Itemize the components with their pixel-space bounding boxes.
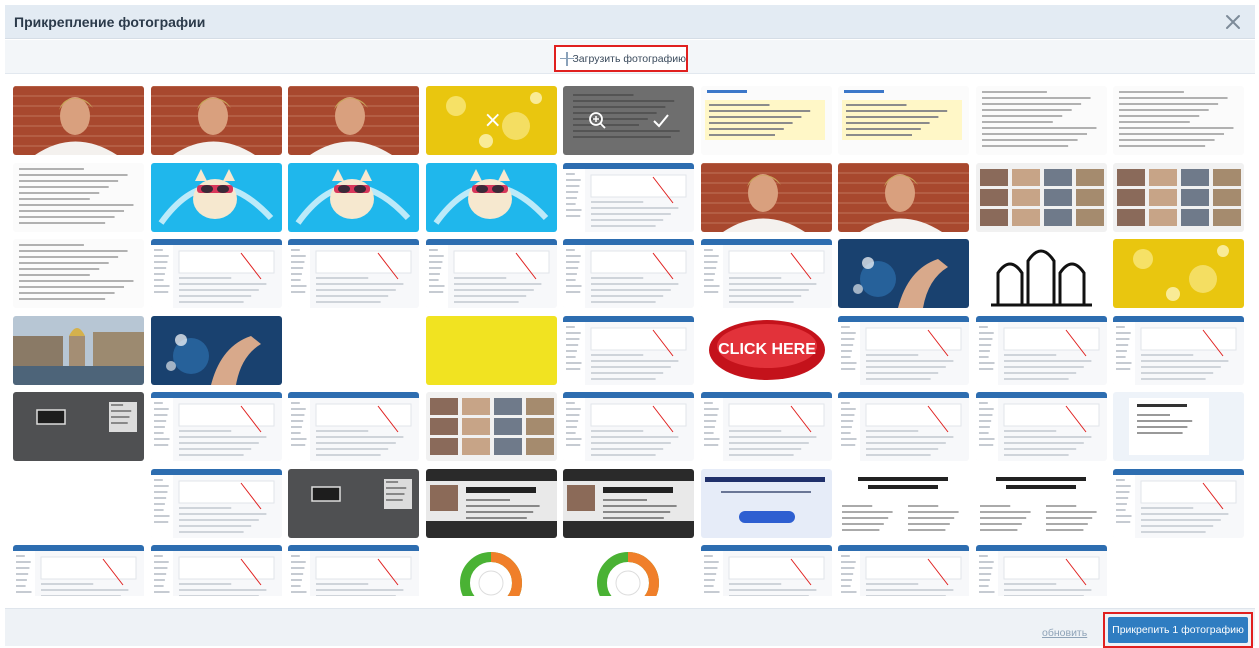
photo-thumbnail[interactable]	[563, 545, 694, 596]
photo-thumbnail[interactable]	[975, 86, 1107, 155]
close-icon[interactable]	[1223, 9, 1243, 35]
photo-thumbnail[interactable]	[1113, 468, 1244, 538]
photo-thumbnail[interactable]	[975, 468, 1107, 538]
attach-highlight: Прикрепить 1 фотографию	[1103, 612, 1253, 648]
photo-thumbnail[interactable]	[425, 392, 557, 461]
delete-icon[interactable]: ×	[484, 108, 502, 133]
photo-thumbnail[interactable]	[425, 545, 557, 596]
photo-thumbnail[interactable]	[288, 162, 419, 232]
photo-thumbnail[interactable]	[563, 315, 694, 385]
attach-photo-button[interactable]: Прикрепить 1 фотографию	[1108, 617, 1248, 643]
upload-photo-button[interactable]: Загрузить фотографию	[554, 45, 688, 72]
photo-thumbnail[interactable]	[975, 315, 1107, 385]
photo-thumbnail[interactable]	[1113, 162, 1244, 232]
photo-thumbnail[interactable]	[563, 239, 694, 308]
photo-thumbnail[interactable]	[700, 545, 832, 596]
photo-thumbnail[interactable]	[13, 545, 144, 596]
photo-thumbnail[interactable]	[150, 468, 282, 538]
photo-thumbnail[interactable]	[838, 468, 969, 538]
photo-thumbnail[interactable]	[838, 545, 969, 596]
photo-thumbnail[interactable]	[425, 315, 557, 385]
upload-photo-label: Загрузить фотографию	[572, 52, 686, 65]
photo-thumbnail[interactable]	[288, 392, 419, 461]
photo-thumbnail[interactable]	[975, 392, 1107, 461]
dialog-title: Прикрепление фотографии	[14, 14, 206, 30]
photo-thumbnail[interactable]: ×	[425, 86, 557, 155]
photo-thumbnail[interactable]	[288, 239, 419, 308]
toolbar: Загрузить фотографию	[5, 40, 1255, 74]
photo-thumbnail[interactable]	[425, 468, 557, 538]
photo-thumbnail[interactable]	[13, 468, 144, 538]
photo-thumbnail[interactable]	[150, 86, 282, 155]
refresh-link[interactable]: обновить	[1042, 627, 1087, 639]
checkmark-icon[interactable]	[651, 108, 673, 130]
photo-thumbnail[interactable]	[150, 545, 282, 596]
photo-thumbnail[interactable]	[425, 162, 557, 232]
plus-icon	[560, 51, 576, 66]
photo-thumbnail[interactable]	[150, 162, 282, 232]
photo-thumbnail[interactable]	[13, 315, 144, 385]
photo-thumbnail[interactable]	[563, 162, 694, 232]
photo-thumbnail[interactable]	[150, 239, 282, 308]
attach-photo-dialog: Прикрепление фотографии Загрузить фотогр…	[0, 0, 1259, 648]
photo-thumbnail[interactable]	[13, 86, 144, 155]
photo-thumbnail[interactable]	[700, 392, 832, 461]
photo-thumbnail[interactable]	[700, 162, 832, 232]
photo-thumbnail[interactable]	[1113, 239, 1244, 308]
photo-thumbnail[interactable]	[838, 86, 969, 155]
photo-thumbnail-selected[interactable]	[563, 86, 694, 155]
photo-thumbnail[interactable]	[150, 392, 282, 461]
photo-thumbnail[interactable]	[150, 315, 282, 385]
photo-thumbnail[interactable]	[838, 315, 969, 385]
photo-thumbnail[interactable]	[700, 239, 832, 308]
photo-thumbnail[interactable]	[838, 239, 969, 308]
photo-thumbnail[interactable]	[975, 239, 1107, 308]
photo-thumbnail[interactable]	[975, 545, 1107, 596]
photo-thumbnail[interactable]	[563, 468, 694, 538]
photo-thumbnail[interactable]	[563, 392, 694, 461]
zoom-in-icon[interactable]	[587, 108, 609, 130]
photo-grid: × CLICK HERE	[13, 86, 1245, 596]
photo-thumbnail[interactable]	[838, 392, 969, 461]
photo-thumbnail[interactable]	[700, 468, 832, 538]
photo-thumbnail[interactable]	[288, 315, 419, 385]
svg-text:CLICK HERE: CLICK HERE	[718, 341, 816, 358]
photo-thumbnail[interactable]	[288, 545, 419, 596]
photo-thumbnail[interactable]	[425, 239, 557, 308]
photo-thumbnail[interactable]	[13, 239, 144, 308]
photo-thumbnail[interactable]	[1113, 86, 1244, 155]
photo-thumbnail[interactable]	[700, 86, 832, 155]
photo-thumbnail[interactable]	[1113, 315, 1244, 385]
dialog-header: Прикрепление фотографии	[5, 5, 1255, 39]
photo-thumbnail[interactable]	[975, 162, 1107, 232]
photo-thumbnail[interactable]: CLICK HERE	[700, 315, 832, 385]
photo-thumbnail[interactable]	[13, 392, 144, 461]
dialog-footer: обновить Прикрепить 1 фотографию	[5, 608, 1255, 648]
photo-thumbnail[interactable]	[288, 86, 419, 155]
photo-thumbnail[interactable]	[288, 468, 419, 538]
photo-thumbnail[interactable]	[1113, 392, 1244, 461]
photo-thumbnail[interactable]	[838, 162, 969, 232]
photo-thumbnail[interactable]	[13, 162, 144, 232]
